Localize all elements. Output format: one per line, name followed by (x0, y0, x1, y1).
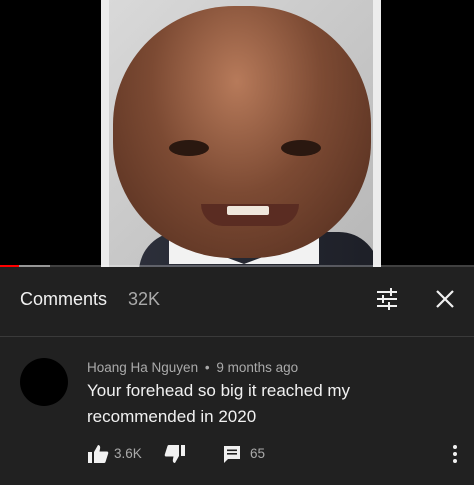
more-vert-icon[interactable] (445, 442, 465, 466)
image-teeth (227, 206, 269, 215)
comment-author[interactable]: Hoang Ha Nguyen (87, 360, 198, 375)
reply-icon[interactable] (222, 444, 242, 464)
meta-separator: • (204, 360, 210, 375)
filter-icon[interactable] (372, 284, 402, 314)
comment-time: 9 months ago (216, 360, 299, 375)
comment-meta: Hoang Ha Nguyen • 9 months ago (87, 360, 298, 375)
image-eye-left (169, 140, 209, 156)
avatar[interactable] (20, 358, 68, 406)
thumbs-up-icon[interactable] (87, 444, 109, 464)
comments-count: 32K (128, 289, 161, 309)
close-icon[interactable] (430, 284, 460, 314)
progress-played (0, 265, 19, 267)
comment-item: Hoang Ha Nguyen • 9 months ago Your fore… (0, 338, 474, 485)
progress-buffered (18, 265, 50, 267)
reply-count: 65 (250, 446, 266, 461)
like-count: 3.6K (114, 446, 142, 461)
video-progress-bar[interactable] (0, 265, 474, 267)
image-eye-right (281, 140, 321, 156)
comment-actions: 3.6K 65 (87, 442, 467, 466)
comment-text: Your forehead so big it reached my recom… (87, 381, 351, 426)
video-frame (101, 0, 381, 267)
comments-title: Comments (20, 289, 108, 309)
thumbs-down-icon[interactable] (164, 444, 186, 464)
video-thumbnail-image (109, 0, 373, 267)
comments-header: Comments 32K (0, 270, 474, 337)
video-player[interactable] (0, 0, 474, 267)
